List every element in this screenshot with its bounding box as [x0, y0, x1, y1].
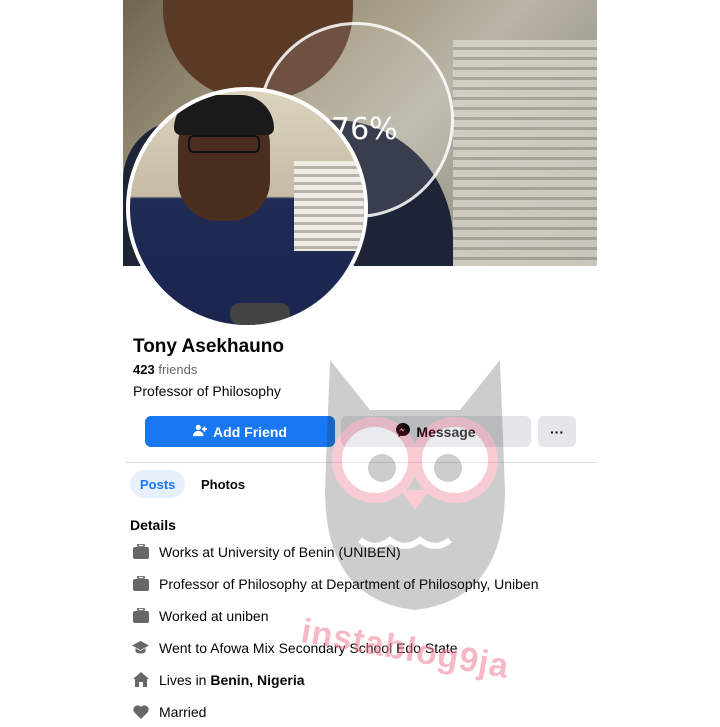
home-icon [132, 671, 149, 688]
graduation-cap-icon [132, 639, 149, 656]
profile-name: Tony Asekhauno [133, 336, 284, 357]
add-friend-icon [193, 423, 208, 440]
add-friend-label: Add Friend [213, 423, 287, 440]
avatar-microphone [230, 303, 290, 325]
message-button[interactable]: Message [341, 416, 531, 447]
detail-text: Professor of Philosophy at Department of… [159, 575, 539, 592]
friends-count-label: friends [158, 362, 198, 377]
more-options-button[interactable]: ··· [538, 416, 576, 447]
detail-item: Works at University of Benin (UNIBEN) [132, 543, 401, 560]
detail-item: Professor of Philosophy at Department of… [132, 575, 539, 592]
friends-count[interactable]: 423 friends [133, 362, 197, 377]
tab-photos[interactable]: Photos [191, 470, 255, 498]
tab-posts[interactable]: Posts [130, 470, 186, 498]
avatar-glasses [188, 135, 260, 153]
detail-text: Went to Afowa Mix Secondary School Edo S… [159, 639, 458, 656]
detail-location[interactable]: Benin, Nigeria [210, 672, 304, 688]
add-friend-button[interactable]: Add Friend [145, 416, 335, 447]
details-heading: Details [130, 517, 176, 533]
friends-count-number: 423 [133, 362, 155, 377]
briefcase-icon [132, 575, 149, 592]
detail-item: Lives in Benin, Nigeria [132, 671, 305, 688]
profile-bio: Professor of Philosophy [133, 383, 281, 399]
more-options-icon: ··· [550, 423, 564, 440]
briefcase-icon [132, 607, 149, 624]
detail-prefix: Lives in [159, 671, 211, 688]
avatar-window-blinds [294, 161, 364, 251]
heart-icon [132, 703, 149, 720]
detail-item: Went to Afowa Mix Secondary School Edo S… [132, 639, 458, 656]
detail-text: Lives in Benin, Nigeria [159, 672, 305, 688]
avatar-hair [174, 95, 274, 135]
detail-text: Worked at uniben [159, 607, 269, 624]
messenger-icon [396, 423, 411, 440]
profile-picture[interactable] [126, 87, 368, 329]
section-divider [125, 462, 597, 463]
detail-text: Married [159, 703, 207, 720]
message-label: Message [416, 423, 476, 440]
detail-text: Works at University of Benin (UNIBEN) [159, 543, 401, 560]
briefcase-icon [132, 543, 149, 560]
detail-item: Married [132, 703, 206, 720]
cover-window-blinds [453, 40, 597, 266]
detail-item: Worked at uniben [132, 607, 268, 624]
